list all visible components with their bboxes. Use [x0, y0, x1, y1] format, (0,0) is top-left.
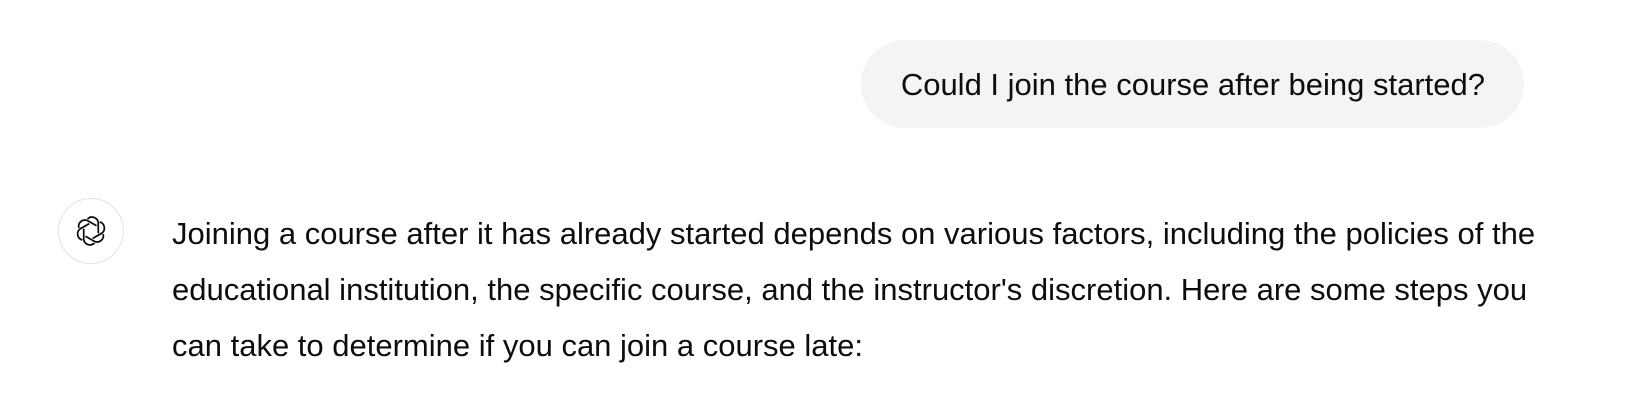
chat-thread: Could I join the course after being star…: [0, 0, 1642, 402]
openai-logo-icon: [76, 216, 106, 246]
assistant-avatar: [58, 198, 124, 264]
user-message-row: Could I join the course after being star…: [860, 40, 1524, 128]
user-message-bubble: Could I join the course after being star…: [860, 40, 1524, 128]
assistant-message-text: Joining a course after it has already st…: [172, 216, 1536, 363]
